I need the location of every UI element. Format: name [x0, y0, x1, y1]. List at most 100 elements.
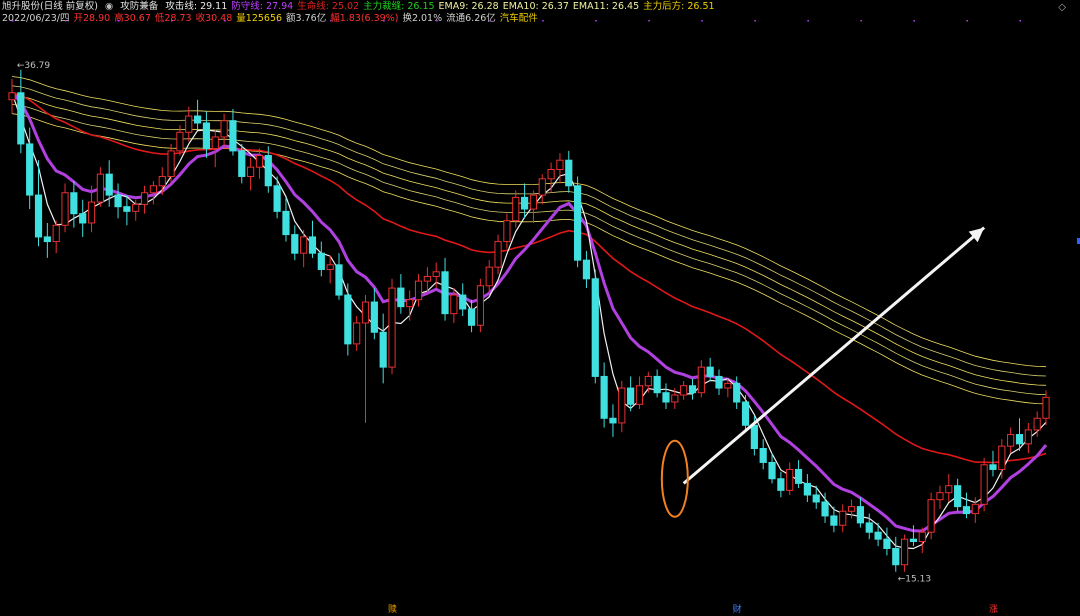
top-dot [542, 20, 544, 22]
candle-body [406, 299, 414, 308]
candle-body [123, 206, 131, 212]
candle-body [954, 485, 962, 508]
orange-ellipse [660, 439, 689, 518]
candle-body [238, 150, 246, 177]
candle-body [414, 280, 423, 301]
candle-body [529, 194, 538, 210]
top-dot [12, 20, 14, 22]
bottom-marker-0: 赎 [388, 603, 397, 615]
candle-body [52, 224, 60, 243]
candle-body [353, 322, 361, 345]
candle-body [565, 159, 573, 187]
candle-body [467, 308, 476, 326]
candle-body [105, 173, 113, 196]
candle-body [574, 185, 582, 261]
candle-body [176, 131, 184, 152]
candle-body [300, 236, 308, 254]
candle-body [688, 385, 697, 394]
candle-body [989, 464, 997, 470]
candle-body [1015, 434, 1024, 445]
high-price-label: ←36.79 [17, 61, 51, 71]
candle-body [158, 175, 166, 187]
candle-body [644, 375, 652, 387]
candle-body [733, 382, 741, 403]
candle-body [724, 382, 732, 389]
candle-body [697, 366, 705, 394]
candle-body [901, 538, 909, 566]
top-dot [489, 20, 491, 22]
candle-body [149, 185, 157, 194]
bottom-marker-1: 财 [733, 603, 742, 615]
candle-body [185, 115, 193, 133]
candle-body [255, 155, 264, 168]
top-dot [966, 20, 968, 22]
candle-body [847, 506, 856, 512]
candle-body [918, 531, 926, 543]
candle-body [741, 401, 750, 426]
candle-body [821, 501, 829, 517]
candle-body [432, 271, 440, 277]
candle-body [591, 278, 599, 377]
candle-body [423, 275, 431, 282]
top-dot [383, 20, 385, 22]
candle-body [794, 468, 803, 484]
candle-body [335, 264, 343, 296]
candle-body [361, 301, 370, 324]
ema-ribbon-line [11, 113, 1047, 405]
top-dot [754, 20, 756, 22]
candle-body [1042, 396, 1050, 419]
top-dot [860, 20, 862, 22]
candlestick-chart[interactable]: ←36.79 ←15.13 赎 财 涨 [0, 0, 1080, 616]
candle-body [945, 485, 953, 494]
candle-body [812, 494, 820, 503]
candle-body [494, 241, 502, 268]
top-dot [118, 20, 120, 22]
candle-body [273, 185, 281, 212]
candle-body [282, 210, 290, 236]
candle-body [627, 387, 635, 405]
candle-body [777, 478, 785, 491]
candle-body [317, 252, 325, 270]
candle-body [450, 294, 458, 315]
attack-line [11, 92, 1047, 550]
candle-body [8, 92, 16, 101]
candle-body [971, 503, 979, 515]
candle-body [96, 173, 104, 203]
candle-body [786, 468, 794, 491]
candle-body [397, 287, 405, 308]
top-dot [277, 20, 279, 22]
candle-body [291, 234, 299, 254]
candle-body [388, 287, 396, 368]
top-dot [330, 20, 332, 22]
candle-body [936, 492, 944, 501]
top-dot [701, 20, 703, 22]
bottom-marker-2: 涨 [989, 604, 998, 615]
candle-body [556, 159, 564, 170]
candle-body [79, 213, 87, 224]
candle-body [706, 366, 714, 377]
top-dot [224, 20, 226, 22]
top-dot [436, 20, 438, 22]
candle-body [635, 385, 644, 405]
candle-body [865, 522, 873, 533]
candle-body [715, 375, 723, 389]
low-price-label: ←15.13 [898, 575, 931, 585]
candle-body [830, 515, 838, 526]
candle-body [326, 264, 334, 270]
candle-body [839, 510, 847, 526]
candle-body [909, 538, 918, 542]
candle-body [662, 392, 670, 403]
candle-body [547, 169, 555, 180]
candle-body [520, 196, 529, 210]
candle-body [618, 387, 626, 424]
top-dot [595, 20, 597, 22]
top-dot [648, 20, 650, 22]
candle-body [308, 236, 317, 254]
candle-body [202, 122, 211, 150]
candle-body [759, 448, 767, 463]
candle-body [927, 499, 935, 533]
top-dot [807, 20, 809, 22]
top-dot [913, 20, 915, 22]
candle-body [1033, 417, 1041, 431]
candle-body [211, 136, 219, 150]
